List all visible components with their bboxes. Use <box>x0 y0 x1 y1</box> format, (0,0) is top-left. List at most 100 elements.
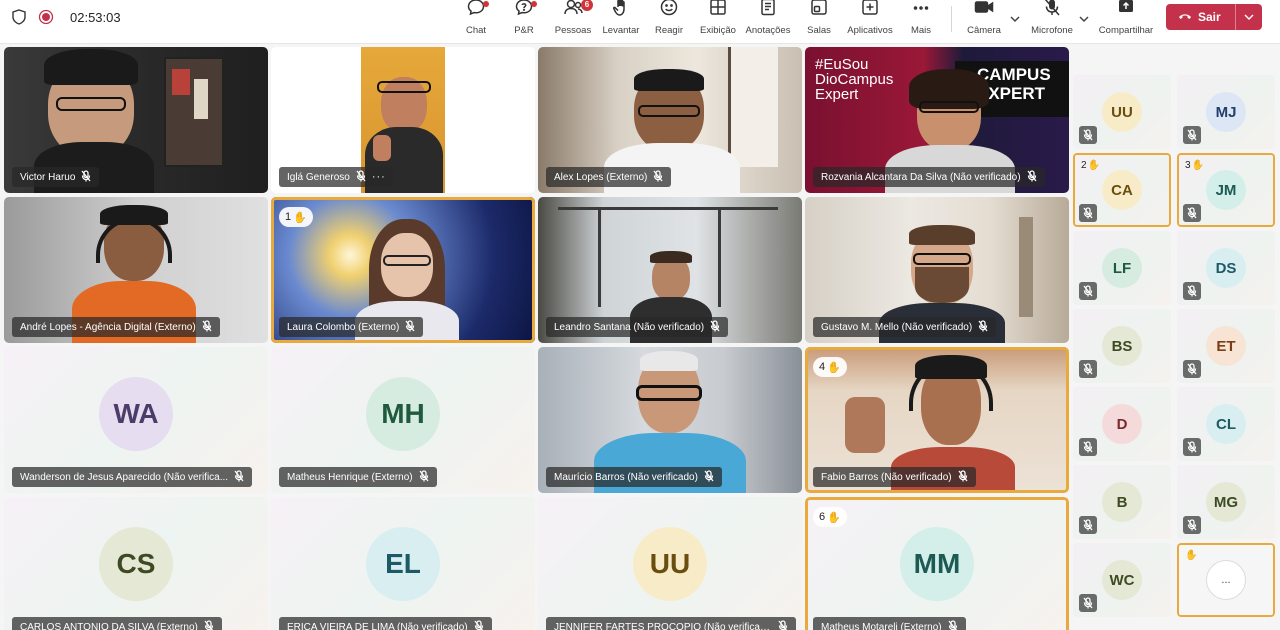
microphone-button[interactable]: Microfone <box>1030 0 1074 38</box>
participant-name-label: Fabio Barros (Não verificado) <box>813 467 976 487</box>
participant-name-label: Leandro Santana (Não verificado) <box>546 317 729 337</box>
participant-tile-laura[interactable]: 1 ✋ Laura Colombo (Externo) <box>271 197 535 343</box>
camera-icon <box>973 0 995 22</box>
participant-name-label: Gustavo M. Mello (Não verificado) <box>813 317 997 337</box>
participant-name-label: Alex Lopes (Externo) <box>546 167 672 187</box>
side-participant-tile[interactable]: MG <box>1177 465 1275 539</box>
mic-off-icon <box>405 319 415 335</box>
qa-button[interactable]: P&R <box>511 0 537 38</box>
people-button[interactable]: 6 Pessoas <box>555 0 593 38</box>
leave-options-button[interactable] <box>1236 8 1262 26</box>
participant-tile-rozvania[interactable]: CAMPUS EXPERT #EuSou DioCampus Expert Ro… <box>805 47 1069 193</box>
chat-button[interactable]: Chat <box>463 0 489 38</box>
side-participant-tile[interactable]: B <box>1073 465 1171 539</box>
participant-tile-gustavo[interactable]: Gustavo M. Mello (Não verificado) <box>805 197 1069 343</box>
raised-hand-badge: ✋ <box>1185 550 1197 561</box>
mic-off-icon <box>1079 204 1097 222</box>
participant-name-label: Iglá Generoso ··· <box>279 167 394 187</box>
side-participant-tile[interactable]: ET <box>1177 309 1275 383</box>
emoji-icon <box>659 0 679 22</box>
side-participant-tile[interactable]: DS <box>1177 231 1275 305</box>
participant-name-label: Maurício Barros (Não verificado) <box>546 467 722 487</box>
participant-tile-igla[interactable]: Iglá Generoso ··· <box>271 47 535 193</box>
participant-tile-fabio[interactable]: 4 ✋ Fabio Barros (Não verificado) <box>805 347 1069 493</box>
more-button[interactable]: Mais <box>908 0 934 38</box>
leave-main[interactable]: Sair <box>1166 4 1236 30</box>
rooms-icon <box>809 0 829 22</box>
rooms-button[interactable]: Salas <box>805 0 833 38</box>
microphone-label: Microfone <box>1031 25 1073 36</box>
side-participant-tile[interactable]: MJ <box>1177 75 1275 149</box>
participant-tile-matheus-henrique[interactable]: MH Matheus Henrique (Externo) <box>271 347 535 493</box>
more-participants-tile[interactable]: ✋ ... <box>1177 543 1275 617</box>
camera-options-button[interactable] <box>1010 10 1020 28</box>
view-button[interactable]: Exibição <box>699 0 737 38</box>
share-button[interactable]: Compartilhar <box>1098 0 1154 38</box>
mic-off-icon <box>204 619 214 630</box>
participant-avatar: JM <box>1206 170 1246 210</box>
participant-tile-alex[interactable]: Alex Lopes (Externo) <box>538 47 802 193</box>
more-options-icon[interactable]: ··· <box>372 171 386 183</box>
participant-avatar: DS <box>1206 248 1246 288</box>
react-button[interactable]: Reagir <box>652 0 686 38</box>
notes-button[interactable]: Anotações <box>745 0 791 38</box>
shield-icon[interactable] <box>12 9 26 25</box>
side-participant-tile[interactable]: BS <box>1073 309 1171 383</box>
qa-notification-dot <box>531 1 537 7</box>
side-participant-tile[interactable]: 3 ✋ JM <box>1177 153 1275 227</box>
more-icon <box>911 0 931 22</box>
mic-off-icon <box>1183 438 1201 456</box>
leave-button[interactable]: Sair <box>1166 4 1262 30</box>
side-participant-tile[interactable]: 2 ✋ CA <box>1073 153 1171 227</box>
side-participant-tile[interactable]: WC <box>1073 543 1171 617</box>
participant-tile-carlos[interactable]: CS CARLOS ANTONIO DA SILVA (Externo) <box>4 497 268 630</box>
chevron-down-icon <box>1010 10 1020 27</box>
mic-off-icon <box>1079 126 1097 144</box>
participant-avatar: ET <box>1206 326 1246 366</box>
mic-off-icon <box>653 169 663 185</box>
chevron-down-icon <box>1244 8 1254 26</box>
participant-tile-matheus-motareli[interactable]: MM 6 ✋ Matheus Motareli (Externo) <box>805 497 1069 630</box>
participant-avatar: CL <box>1206 404 1246 444</box>
apps-button[interactable]: Aplicativos <box>845 0 895 38</box>
more-participants-button[interactable]: ... <box>1206 560 1246 600</box>
recording-icon <box>38 9 54 25</box>
raised-hand-badge: 2 ✋ <box>1081 160 1101 171</box>
participant-avatar: CA <box>1102 170 1142 210</box>
participant-avatar: D <box>1102 404 1142 444</box>
mic-off-icon <box>978 319 988 335</box>
mic-off-icon <box>81 169 91 185</box>
camera-button[interactable]: Câmera <box>966 0 1002 38</box>
people-count-badge: 6 <box>581 0 593 11</box>
mic-off-icon <box>958 469 968 485</box>
participant-tile-mauricio[interactable]: Maurício Barros (Não verificado) <box>538 347 802 493</box>
side-participant-tile[interactable]: LF <box>1073 231 1171 305</box>
participant-tile-jennifer[interactable]: UU JENNIFER FARTES PROCOPIO (Não verific… <box>538 497 802 630</box>
participant-tile-wanderson[interactable]: WA Wanderson de Jesus Aparecido (Não ver… <box>4 347 268 493</box>
toolbar-divider <box>951 6 952 32</box>
participant-avatar: MM <box>900 527 974 602</box>
side-participant-tile[interactable]: D <box>1073 387 1171 461</box>
participant-tile-victor[interactable]: Victor Haruo <box>4 47 268 193</box>
chat-label: Chat <box>465 25 487 36</box>
participant-tile-andre[interactable]: André Lopes - Agência Digital (Externo) <box>4 197 268 343</box>
react-label: Reagir <box>655 25 683 36</box>
raise-hand-button[interactable]: Levantar <box>602 0 640 38</box>
mic-off-icon <box>1042 0 1062 22</box>
mic-off-icon <box>1079 282 1097 300</box>
mic-off-icon <box>356 169 366 185</box>
participant-avatar: B <box>1102 482 1142 522</box>
mic-off-icon <box>704 469 714 485</box>
mic-off-icon <box>1079 516 1097 534</box>
participant-tile-leandro[interactable]: Leandro Santana (Não verificado) <box>538 197 802 343</box>
participant-tile-erica[interactable]: EL ERICA VIEIRA DE LIMA (Não verificado) <box>271 497 535 630</box>
side-participant-tile[interactable]: CL <box>1177 387 1275 461</box>
leave-label: Sair <box>1198 10 1221 24</box>
chevron-down-icon <box>1079 10 1089 27</box>
microphone-options-button[interactable] <box>1079 10 1089 28</box>
participant-name-label: ERICA VIEIRA DE LIMA (Não verificado) <box>279 617 492 630</box>
hand-icon: ✋ <box>827 361 841 374</box>
side-participant-tile[interactable]: UU <box>1073 75 1171 149</box>
participant-avatar: WA <box>99 377 173 452</box>
participant-name-label: Matheus Motareli (Externo) <box>813 617 966 630</box>
